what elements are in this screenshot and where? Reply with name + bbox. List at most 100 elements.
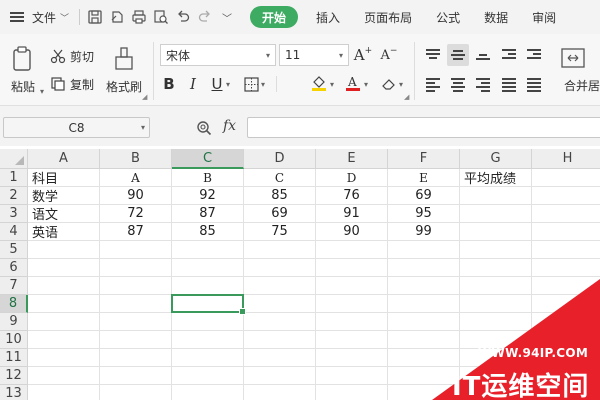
cell-f11[interactable]: [388, 349, 460, 367]
cell-b9[interactable]: [100, 313, 172, 331]
cell-g11[interactable]: [460, 349, 532, 367]
cell-f3[interactable]: 95: [388, 205, 460, 223]
cell-h8[interactable]: [532, 295, 600, 313]
cell-d7[interactable]: [244, 277, 316, 295]
cell-b7[interactable]: [100, 277, 172, 295]
cell-h10[interactable]: [532, 331, 600, 349]
column-header-a[interactable]: A: [28, 149, 100, 169]
row-header-3[interactable]: 3: [0, 205, 28, 223]
column-header-c[interactable]: C: [172, 149, 244, 169]
undo-icon[interactable]: [174, 8, 192, 26]
row-header-13[interactable]: 13: [0, 385, 28, 400]
cell-e8[interactable]: [316, 295, 388, 313]
cell-a12[interactable]: [28, 367, 100, 385]
cell-f1[interactable]: E: [388, 169, 460, 187]
cell-a1[interactable]: 科目: [28, 169, 100, 187]
fill-color-dropdown-icon[interactable]: ▾: [327, 73, 337, 95]
zoom-icon[interactable]: [196, 120, 212, 136]
cell-a7[interactable]: [28, 277, 100, 295]
cell-h6[interactable]: [532, 259, 600, 277]
clear-format-dropdown-icon[interactable]: ▾: [396, 73, 406, 95]
cell-c1[interactable]: B: [172, 169, 244, 187]
column-header-g[interactable]: G: [460, 149, 532, 169]
cell-a3[interactable]: 语文: [28, 205, 100, 223]
row-header-1[interactable]: 1: [0, 169, 28, 187]
align-center-button[interactable]: [447, 73, 469, 95]
cell-d8[interactable]: [244, 295, 316, 313]
customize-quick-access-icon[interactable]: ﹀: [218, 8, 236, 26]
cell-g12[interactable]: [460, 367, 532, 385]
cell-g2[interactable]: [460, 187, 532, 205]
cell-c5[interactable]: [172, 241, 244, 259]
cell-c2[interactable]: 92: [172, 187, 244, 205]
cell-a10[interactable]: [28, 331, 100, 349]
cell-d6[interactable]: [244, 259, 316, 277]
cell-c9[interactable]: [172, 313, 244, 331]
cell-e9[interactable]: [316, 313, 388, 331]
cut-button[interactable]: 剪切: [50, 46, 94, 66]
column-header-d[interactable]: D: [244, 149, 316, 169]
cell-e12[interactable]: [316, 367, 388, 385]
tab-home[interactable]: 开始: [250, 6, 299, 28]
cell-h11[interactable]: [532, 349, 600, 367]
align-bottom-button[interactable]: [472, 44, 494, 66]
align-right-button[interactable]: [472, 73, 494, 95]
cell-f6[interactable]: [388, 259, 460, 277]
cell-c6[interactable]: [172, 259, 244, 277]
print-preview-icon[interactable]: [152, 8, 170, 26]
cell-c11[interactable]: [172, 349, 244, 367]
tab-data[interactable]: 数据: [472, 0, 520, 34]
row-header-11[interactable]: 11: [0, 349, 28, 367]
row-header-8[interactable]: 8: [0, 295, 28, 313]
decrease-font-size-icon[interactable]: A −: [378, 44, 400, 66]
cell-c4[interactable]: 85: [172, 223, 244, 241]
cell-e3[interactable]: 91: [316, 205, 388, 223]
underline-dropdown-icon[interactable]: ▾: [223, 73, 233, 95]
cell-b13[interactable]: [100, 385, 172, 400]
cell-b4[interactable]: 87: [100, 223, 172, 241]
cell-g3[interactable]: [460, 205, 532, 223]
cell-e13[interactable]: [316, 385, 388, 400]
cell-b3[interactable]: 72: [100, 205, 172, 223]
cell-e2[interactable]: 76: [316, 187, 388, 205]
cell-f7[interactable]: [388, 277, 460, 295]
row-header-4[interactable]: 4: [0, 223, 28, 241]
formula-input[interactable]: [247, 117, 600, 138]
column-header-e[interactable]: E: [316, 149, 388, 169]
row-header-9[interactable]: 9: [0, 313, 28, 331]
cell-d5[interactable]: [244, 241, 316, 259]
cell-g10[interactable]: [460, 331, 532, 349]
cell-c8[interactable]: [172, 295, 244, 313]
align-top-button[interactable]: [422, 44, 444, 66]
file-menu[interactable]: 文件 ﹀: [26, 0, 75, 34]
print-icon[interactable]: [130, 8, 148, 26]
cell-e4[interactable]: 90: [316, 223, 388, 241]
cell-a2[interactable]: 数学: [28, 187, 100, 205]
cell-d10[interactable]: [244, 331, 316, 349]
cell-h5[interactable]: [532, 241, 600, 259]
clipboard-group-launcher-icon[interactable]: ◢: [142, 93, 147, 101]
cell-b8[interactable]: [100, 295, 172, 313]
cell-b2[interactable]: 90: [100, 187, 172, 205]
cell-d13[interactable]: [244, 385, 316, 400]
tab-review[interactable]: 审阅: [520, 0, 568, 34]
cell-h3[interactable]: [532, 205, 600, 223]
cell-a8[interactable]: [28, 295, 100, 313]
redo-icon[interactable]: [196, 8, 214, 26]
row-header-2[interactable]: 2: [0, 187, 28, 205]
cell-a6[interactable]: [28, 259, 100, 277]
paste-button[interactable]: 粘贴 ▾: [6, 42, 44, 98]
cell-h9[interactable]: [532, 313, 600, 331]
cell-a5[interactable]: [28, 241, 100, 259]
italic-button[interactable]: I: [182, 73, 204, 95]
cell-g5[interactable]: [460, 241, 532, 259]
cell-g6[interactable]: [460, 259, 532, 277]
cell-f13[interactable]: [388, 385, 460, 400]
font-size-select[interactable]: 11 ▾: [279, 44, 349, 66]
cell-g8[interactable]: [460, 295, 532, 313]
cell-a4[interactable]: 英语: [28, 223, 100, 241]
format-painter-button[interactable]: 格式刷: [104, 42, 144, 98]
cell-f5[interactable]: [388, 241, 460, 259]
align-middle-button[interactable]: [447, 44, 469, 66]
cell-c10[interactable]: [172, 331, 244, 349]
